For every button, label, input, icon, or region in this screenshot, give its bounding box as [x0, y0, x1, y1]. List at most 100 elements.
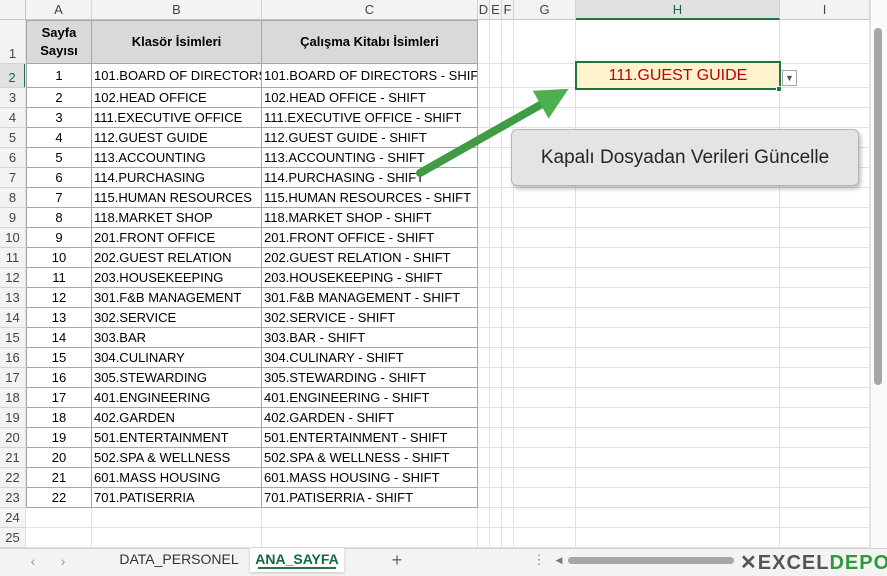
row-header-12[interactable]: 12: [0, 268, 26, 288]
table-cell-workbook[interactable]: 113.ACCOUNTING - SHIFT: [262, 148, 478, 168]
vertical-scroll-thumb[interactable]: [874, 28, 882, 385]
table-cell-workbook[interactable]: 501.ENTERTAINMENT - SHIFT: [262, 428, 478, 448]
column-header-b[interactable]: B: [92, 0, 262, 20]
row-header-25[interactable]: 25: [0, 528, 26, 548]
update-from-closed-file-button[interactable]: Kapalı Dosyadan Verileri Güncelle: [511, 129, 859, 186]
table-cell-folder[interactable]: 114.PURCHASING: [92, 168, 262, 188]
row-header-20[interactable]: 20: [0, 428, 26, 448]
table-cell-workbook[interactable]: 305.STEWARDING - SHIFT: [262, 368, 478, 388]
header-page-count[interactable]: Sayfa Sayısı: [26, 20, 92, 64]
row-header-13[interactable]: 13: [0, 288, 26, 308]
table-cell-folder[interactable]: 202.GUEST RELATION: [92, 248, 262, 268]
table-cell-folder[interactable]: 201.FRONT OFFICE: [92, 228, 262, 248]
table-cell-folder[interactable]: 101.BOARD OF DIRECTORS: [92, 64, 262, 88]
row-header-18[interactable]: 18: [0, 388, 26, 408]
row-header-7[interactable]: 7: [0, 168, 26, 188]
table-cell-page-count[interactable]: 19: [26, 428, 92, 448]
next-sheet-icon[interactable]: ›: [54, 551, 72, 571]
row-header-1[interactable]: 1: [0, 20, 26, 64]
table-cell-page-count[interactable]: 14: [26, 328, 92, 348]
header-folder-names[interactable]: Klasör İsimleri: [92, 20, 262, 64]
table-cell-folder[interactable]: 115.HUMAN RESOURCES: [92, 188, 262, 208]
table-cell-workbook[interactable]: 402.GARDEN - SHIFT: [262, 408, 478, 428]
table-cell-workbook[interactable]: 601.MASS HOUSING - SHIFT: [262, 468, 478, 488]
row-header-22[interactable]: 22: [0, 468, 26, 488]
row-header-2[interactable]: 2: [0, 64, 26, 88]
table-cell-page-count[interactable]: 4: [26, 128, 92, 148]
table-cell-folder[interactable]: 203.HOUSEKEEPING: [92, 268, 262, 288]
column-header-i[interactable]: I: [780, 0, 870, 20]
table-cell-workbook[interactable]: 302.SERVICE - SHIFT: [262, 308, 478, 328]
table-cell-folder[interactable]: 502.SPA & WELLNESS: [92, 448, 262, 468]
horizontal-scroll-thumb[interactable]: [568, 557, 734, 564]
table-cell-page-count[interactable]: 15: [26, 348, 92, 368]
table-cell-workbook[interactable]: 114.PURCHASING - SHIFT: [262, 168, 478, 188]
table-cell-workbook[interactable]: 102.HEAD OFFICE - SHIFT: [262, 88, 478, 108]
table-cell-folder[interactable]: 301.F&B MANAGEMENT: [92, 288, 262, 308]
tab-data-personel[interactable]: DATA_PERSONEL: [113, 548, 245, 572]
add-sheet-icon[interactable]: +: [387, 549, 407, 571]
row-header-8[interactable]: 8: [0, 188, 26, 208]
table-cell-page-count[interactable]: 6: [26, 168, 92, 188]
table-cell-page-count[interactable]: 13: [26, 308, 92, 328]
row-header-5[interactable]: 5: [0, 128, 26, 148]
splitter-dots-icon[interactable]: ⋮: [532, 549, 546, 571]
row-header-15[interactable]: 15: [0, 328, 26, 348]
table-cell-page-count[interactable]: 22: [26, 488, 92, 508]
table-cell-page-count[interactable]: 10: [26, 248, 92, 268]
column-header-a[interactable]: A: [26, 0, 92, 20]
column-header-g[interactable]: G: [514, 0, 576, 20]
table-cell-workbook[interactable]: 118.MARKET SHOP - SHIFT: [262, 208, 478, 228]
table-cell-page-count[interactable]: 2: [26, 88, 92, 108]
row-header-19[interactable]: 19: [0, 408, 26, 428]
chevron-down-icon[interactable]: ▼: [782, 70, 797, 86]
row-header-6[interactable]: 6: [0, 148, 26, 168]
row-header-4[interactable]: 4: [0, 108, 26, 128]
row-header-9[interactable]: 9: [0, 208, 26, 228]
table-cell-workbook[interactable]: 301.F&B MANAGEMENT - SHIFT: [262, 288, 478, 308]
table-cell-folder[interactable]: 401.ENGINEERING: [92, 388, 262, 408]
scroll-left-icon[interactable]: ◀: [554, 553, 564, 567]
row-header-14[interactable]: 14: [0, 308, 26, 328]
column-header-f[interactable]: F: [502, 0, 514, 20]
table-cell-workbook[interactable]: 201.FRONT OFFICE - SHIFT: [262, 228, 478, 248]
row-header-16[interactable]: 16: [0, 348, 26, 368]
table-cell-folder[interactable]: 601.MASS HOUSING: [92, 468, 262, 488]
row-header-11[interactable]: 11: [0, 248, 26, 268]
table-cell-folder[interactable]: 701.PATISERRIA: [92, 488, 262, 508]
table-cell-folder[interactable]: 118.MARKET SHOP: [92, 208, 262, 228]
table-cell-page-count[interactable]: 16: [26, 368, 92, 388]
select-all-corner[interactable]: [0, 0, 26, 20]
table-cell-page-count[interactable]: 21: [26, 468, 92, 488]
table-cell-workbook[interactable]: 115.HUMAN RESOURCES - SHIFT: [262, 188, 478, 208]
table-cell-folder[interactable]: 303.BAR: [92, 328, 262, 348]
table-cell-page-count[interactable]: 7: [26, 188, 92, 208]
table-cell-page-count[interactable]: 11: [26, 268, 92, 288]
table-cell-folder[interactable]: 501.ENTERTAINMENT: [92, 428, 262, 448]
table-cell-workbook[interactable]: 401.ENGINEERING - SHIFT: [262, 388, 478, 408]
table-cell-page-count[interactable]: 17: [26, 388, 92, 408]
table-cell-workbook[interactable]: 701.PATISERRIA - SHIFT: [262, 488, 478, 508]
tab-ana-sayfa[interactable]: ANA_SAYFA: [250, 548, 344, 572]
table-cell-page-count[interactable]: 18: [26, 408, 92, 428]
table-cell-folder[interactable]: 111.EXECUTIVE OFFICE: [92, 108, 262, 128]
table-cell-folder[interactable]: 305.STEWARDING: [92, 368, 262, 388]
table-cell-workbook[interactable]: 101.BOARD OF DIRECTORS - SHIFT: [262, 64, 478, 88]
table-cell-page-count[interactable]: 12: [26, 288, 92, 308]
fill-handle[interactable]: [776, 86, 782, 92]
table-cell-folder[interactable]: 102.HEAD OFFICE: [92, 88, 262, 108]
table-cell-page-count[interactable]: 8: [26, 208, 92, 228]
row-header-24[interactable]: 24: [0, 508, 26, 528]
table-cell-workbook[interactable]: 502.SPA & WELLNESS - SHIFT: [262, 448, 478, 468]
table-cell-folder[interactable]: 112.GUEST GUIDE: [92, 128, 262, 148]
table-cell-page-count[interactable]: 9: [26, 228, 92, 248]
table-cell-page-count[interactable]: 1: [26, 64, 92, 88]
table-cell-page-count[interactable]: 5: [26, 148, 92, 168]
row-header-10[interactable]: 10: [0, 228, 26, 248]
column-header-h[interactable]: H: [576, 0, 780, 20]
table-cell-workbook[interactable]: 202.GUEST RELATION - SHIFT: [262, 248, 478, 268]
column-header-e[interactable]: E: [490, 0, 502, 20]
row-header-17[interactable]: 17: [0, 368, 26, 388]
table-cell-workbook[interactable]: 304.CULINARY - SHIFT: [262, 348, 478, 368]
column-header-c[interactable]: C: [262, 0, 478, 20]
